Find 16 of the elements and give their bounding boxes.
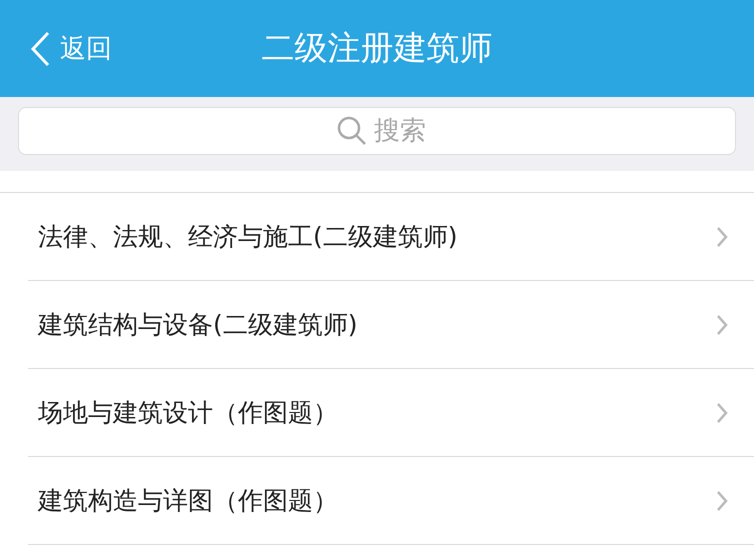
chevron-icon	[716, 226, 728, 248]
item-label: 建筑构造与详图（作图题）	[38, 485, 338, 517]
search-icon	[337, 116, 367, 146]
back-icon	[30, 30, 50, 66]
chevron-icon	[716, 314, 728, 336]
chevron-icon	[716, 402, 728, 424]
page-title: 二级注册建筑师	[262, 28, 492, 67]
list-item[interactable]: 法律、法规、经济与施工(二级建筑师)	[28, 193, 754, 281]
item-label: 法律、法规、经济与施工(二级建筑师)	[38, 221, 458, 253]
list-item[interactable]: 建筑构造与详图（作图题）	[28, 457, 754, 545]
search-field[interactable]: 搜索	[18, 107, 736, 155]
item-label: 建筑结构与设备(二级建筑师)	[38, 309, 358, 341]
list-item[interactable]: 场地与建筑设计（作图题）	[28, 369, 754, 457]
item-label: 场地与建筑设计（作图题）	[38, 397, 338, 429]
chevron-icon	[716, 490, 728, 512]
list-item[interactable]: 建筑结构与设备(二级建筑师)	[28, 281, 754, 369]
